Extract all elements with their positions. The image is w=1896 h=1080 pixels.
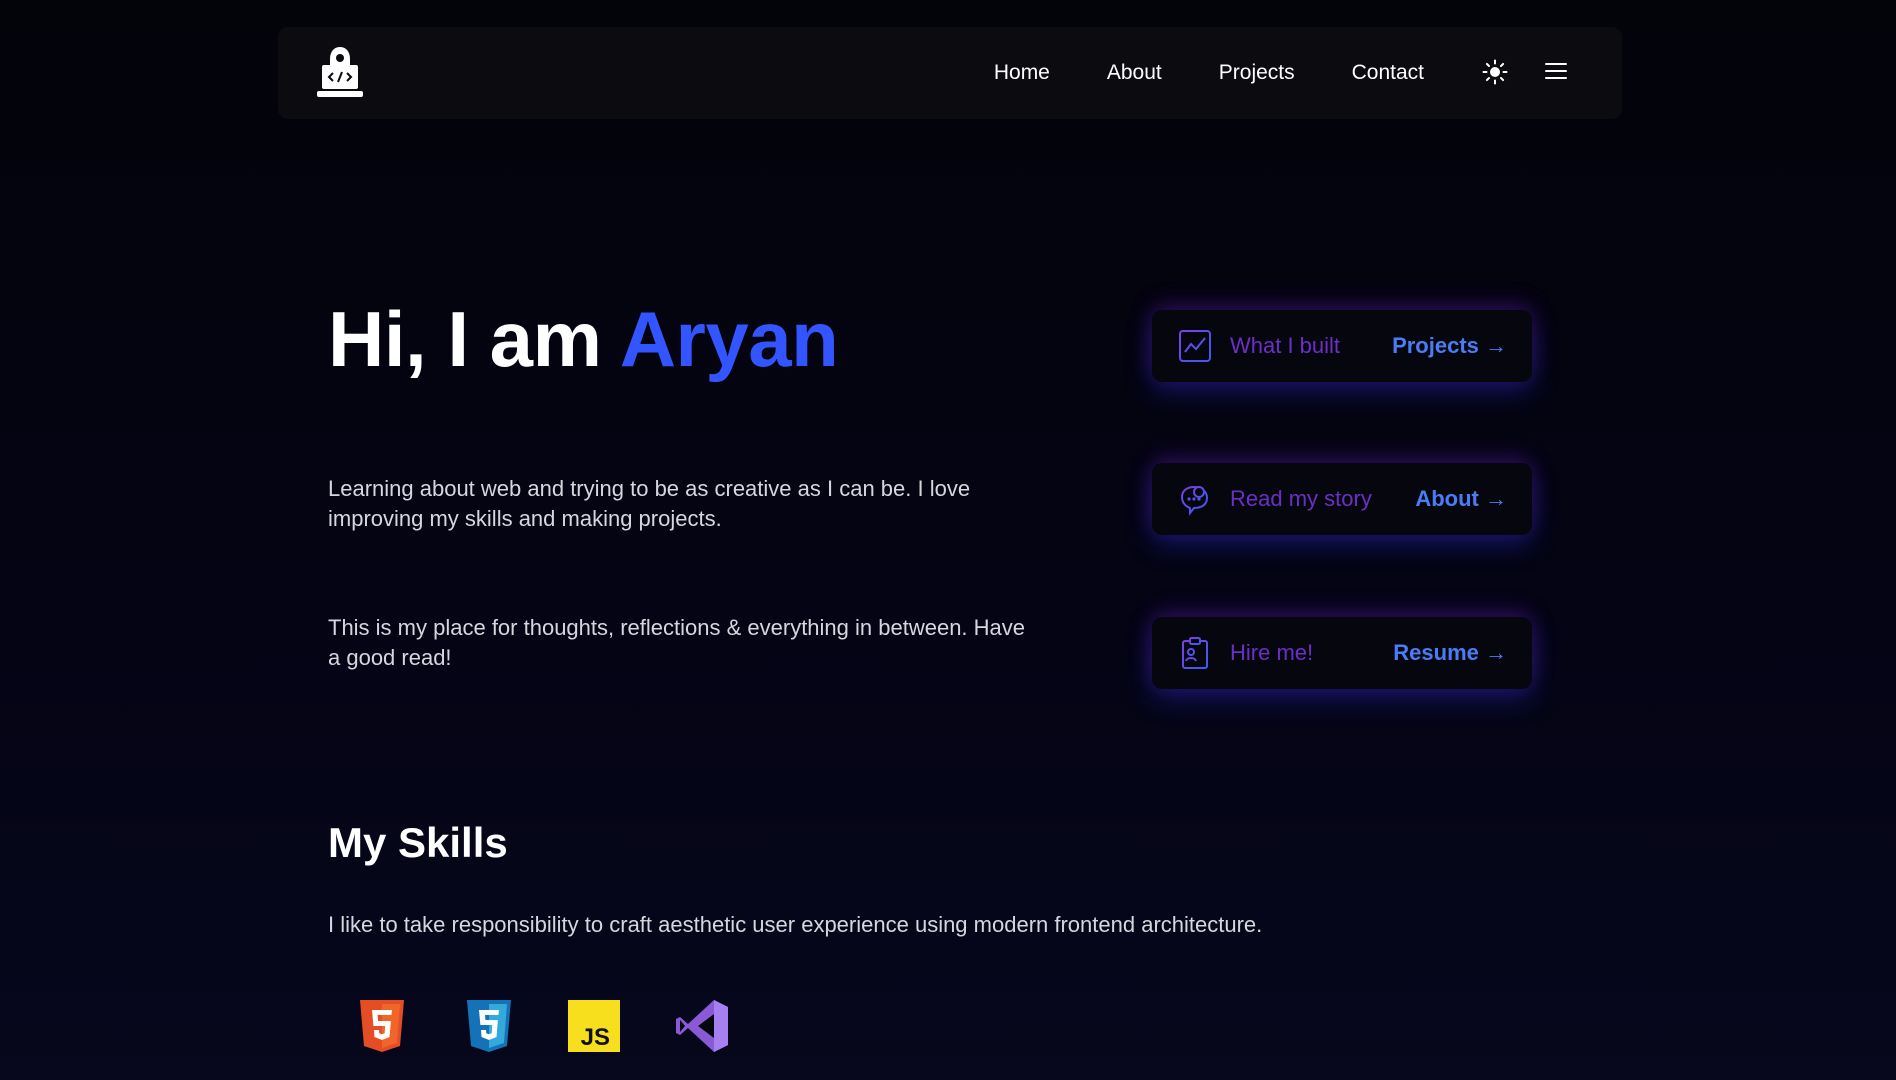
hero-title: Hi, I am Aryan xyxy=(328,300,839,378)
resume-card[interactable]: Hire me! Resume → xyxy=(1152,617,1532,689)
hero-intro-paragraph: Learning about web and trying to be as c… xyxy=(328,476,971,531)
nav-link-projects[interactable]: Projects xyxy=(1219,61,1295,85)
projects-card[interactable]: What I built Projects → xyxy=(1152,310,1532,382)
html5-icon xyxy=(354,998,410,1054)
sun-icon[interactable] xyxy=(1482,59,1508,85)
about-link[interactable]: About → xyxy=(1415,486,1507,512)
css3-icon xyxy=(461,998,517,1054)
chat-bubble-icon xyxy=(1177,481,1213,517)
hero-greeting: Hi, I am xyxy=(328,295,620,383)
nav-link-home[interactable]: Home xyxy=(994,61,1050,85)
resume-card-text: Hire me! xyxy=(1230,640,1314,665)
skills-title: My Skills xyxy=(328,819,508,866)
clipboard-id-icon xyxy=(1177,635,1213,671)
hamburger-menu-icon[interactable] xyxy=(1544,60,1568,82)
nav-link-contact[interactable]: Contact xyxy=(1352,61,1424,85)
hero-name: Aryan xyxy=(619,295,839,383)
about-card-text: Read my story xyxy=(1230,486,1372,511)
javascript-icon-label: JS xyxy=(581,1024,610,1051)
chart-board-icon xyxy=(1177,328,1213,364)
resume-link[interactable]: Resume → xyxy=(1393,640,1507,666)
nav-link-about[interactable]: About xyxy=(1107,61,1162,85)
javascript-icon: JS xyxy=(566,998,622,1054)
skills-description: I like to take responsibility to craft a… xyxy=(328,912,1263,937)
hero-note-paragraph: This is my place for thoughts, reflectio… xyxy=(328,615,1026,670)
projects-link[interactable]: Projects → xyxy=(1392,333,1507,359)
about-card[interactable]: Read my story About → xyxy=(1152,463,1532,535)
projects-card-text: What I built xyxy=(1230,333,1341,358)
navbar: Home About Projects Contact xyxy=(278,27,1622,119)
visual-studio-icon xyxy=(674,998,730,1054)
laptop-hacker-icon[interactable] xyxy=(316,45,364,101)
nav-links: Home About Projects Contact xyxy=(994,27,1424,119)
